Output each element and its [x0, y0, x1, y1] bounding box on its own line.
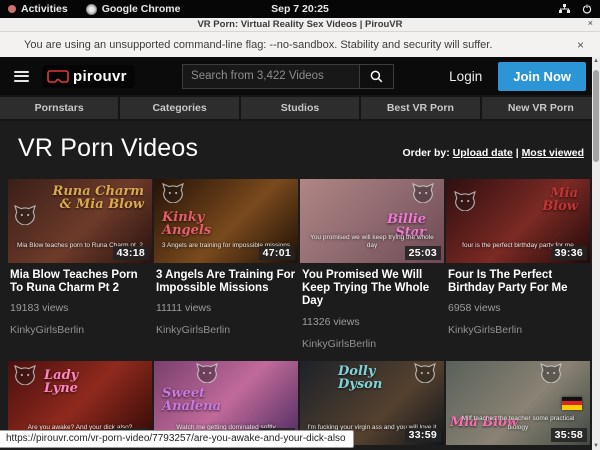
duration-badge: 25:03 — [405, 246, 441, 260]
video-studio-link[interactable]: KinkyGirlsBerlin — [10, 324, 150, 336]
activities-label: Activities — [21, 3, 68, 15]
thumbnail-overlay-name: Mia Blow — [542, 187, 578, 213]
video-studio-link[interactable]: KinkyGirlsBerlin — [302, 338, 442, 350]
video-thumbnail[interactable]: Mia Blow Milf teaches the teacher some p… — [446, 361, 590, 445]
site-logo-text: pirouvr — [73, 68, 127, 85]
studio-cat-mask-icon — [162, 183, 184, 208]
studio-cat-mask-icon — [414, 363, 436, 388]
nav-item-new-vr[interactable]: New VR Porn — [482, 97, 600, 119]
video-card: Billie Star You promised we will keep tr… — [300, 179, 444, 350]
studio-cat-mask-icon — [196, 363, 218, 388]
video-title[interactable]: You Promised We Will Keep Trying The Who… — [302, 269, 442, 309]
video-title[interactable]: 3 Angels Are Training For Impossible Mis… — [156, 269, 296, 295]
video-views: 11326 views — [302, 316, 442, 328]
heading-row: VR Porn Videos Order by: Upload date | M… — [0, 121, 600, 163]
tab-title: VR Porn: Virtual Reality Sex Videos | Pi… — [197, 19, 402, 30]
join-now-button[interactable]: Join Now — [498, 62, 586, 91]
nav-item-best-vr[interactable]: Best VR Porn — [361, 97, 479, 119]
hamburger-menu-icon[interactable] — [14, 68, 29, 84]
browser-title-bar: VR Porn: Virtual Reality Sex Videos | Pi… — [0, 18, 600, 32]
thumbnail-overlay-name: Sweet Analena — [162, 387, 221, 413]
video-views: 19183 views — [10, 302, 150, 314]
video-grid: Runa Charm & Mia Blow Mia Blow teaches p… — [0, 163, 600, 450]
nav-item-categories[interactable]: Categories — [120, 97, 238, 119]
search-group — [182, 64, 394, 89]
main-nav: Pornstars Categories Studios Best VR Por… — [0, 95, 600, 121]
unsupported-flag-infobar: You are using an unsupported command-lin… — [0, 32, 600, 58]
infobar-message: You are using an unsupported command-lin… — [24, 39, 492, 51]
video-thumbnail[interactable]: Runa Charm & Mia Blow Mia Blow teaches p… — [8, 179, 152, 263]
video-title[interactable]: Mia Blow Teaches Porn To Runa Charm Pt 2 — [10, 269, 150, 295]
app-label: Google Chrome — [102, 3, 181, 15]
video-studio-link[interactable]: KinkyGirlsBerlin — [448, 324, 588, 336]
order-link-upload-date[interactable]: Upload date — [453, 147, 513, 159]
video-card: Kinky Angels 3 Angels are training for i… — [154, 179, 298, 350]
network-tree-icon[interactable] — [559, 4, 570, 14]
thumbnail-overlay-name: Kinky Angels — [162, 211, 211, 237]
nav-item-pornstars[interactable]: Pornstars — [0, 97, 118, 119]
video-thumbnail[interactable]: Mia Blow four is the perfect birthday pa… — [446, 179, 590, 263]
video-views: 11111 views — [156, 302, 296, 314]
video-views: 6958 views — [448, 302, 588, 314]
duration-badge: 35:58 — [551, 428, 587, 442]
order-by: Order by: Upload date | Most viewed — [402, 147, 584, 159]
video-card: Mia Blow four is the perfect birthday pa… — [446, 179, 590, 350]
duration-badge: 43:18 — [113, 246, 149, 260]
nav-item-studios[interactable]: Studios — [241, 97, 359, 119]
thumbnail-overlay-name: Dolly Dyson — [338, 365, 382, 391]
taskbar-app-chrome[interactable]: Google Chrome — [86, 3, 181, 15]
status-url-tooltip: https://pirouvr.com/vr-porn-video/779325… — [0, 430, 354, 448]
video-thumbnail[interactable]: Billie Star You promised we will keep tr… — [300, 179, 444, 263]
activities-hot-corner-icon — [8, 5, 16, 13]
search-input[interactable] — [182, 64, 360, 89]
order-link-most-viewed[interactable]: Most viewed — [522, 147, 584, 159]
activities-button[interactable]: Activities — [8, 3, 68, 15]
studio-cat-mask-icon — [412, 183, 434, 208]
search-button[interactable] — [360, 64, 394, 89]
studio-cat-mask-icon — [540, 363, 562, 388]
search-icon — [370, 70, 383, 83]
duration-badge: 33:59 — [405, 428, 441, 442]
video-title[interactable]: Four Is The Perfect Birthday Party For M… — [448, 269, 588, 295]
thumbnail-overlay-name: Runa Charm & Mia Blow — [53, 185, 144, 211]
duration-badge: 39:36 — [551, 246, 587, 260]
page-scrollbar[interactable]: ▲ ▼ — [592, 57, 600, 450]
video-card: Mia Blow Milf teaches the teacher some p… — [446, 361, 590, 450]
site-header: pirouvr Login Join Now — [0, 57, 600, 95]
clock[interactable]: Sep 7 20:25 — [271, 3, 329, 15]
video-card: Runa Charm & Mia Blow Mia Blow teaches p… — [8, 179, 152, 350]
system-top-bar: Activities Google Chrome Sep 7 20:25 — [0, 0, 600, 18]
scroll-down-arrow-icon[interactable]: ▼ — [592, 443, 600, 449]
power-icon[interactable] — [582, 4, 592, 14]
studio-cat-mask-icon — [454, 191, 476, 216]
studio-cat-mask-icon — [14, 205, 36, 230]
video-studio-link[interactable]: KinkyGirlsBerlin — [156, 324, 296, 336]
page-title: VR Porn Videos — [18, 134, 198, 163]
vr-headset-icon — [47, 70, 69, 83]
order-separator: | — [516, 147, 519, 159]
infobar-close-icon[interactable]: × — [577, 38, 590, 52]
video-thumbnail[interactable]: Kinky Angels 3 Angels are training for i… — [154, 179, 298, 263]
chrome-icon — [86, 4, 97, 15]
german-flag-icon — [562, 397, 582, 410]
tab-close-icon[interactable]: × — [588, 18, 593, 28]
order-by-label: Order by: — [402, 147, 449, 159]
scrollbar-thumb[interactable] — [593, 70, 599, 162]
thumbnail-overlay-name: Lady Lyne — [44, 369, 78, 395]
scroll-up-arrow-icon[interactable]: ▲ — [592, 58, 600, 64]
page-content: pirouvr Login Join Now Pornstars Categor… — [0, 57, 600, 450]
duration-badge: 47:01 — [259, 246, 295, 260]
login-link[interactable]: Login — [449, 69, 482, 84]
studio-cat-mask-icon — [14, 365, 36, 390]
site-logo[interactable]: pirouvr — [42, 65, 135, 88]
